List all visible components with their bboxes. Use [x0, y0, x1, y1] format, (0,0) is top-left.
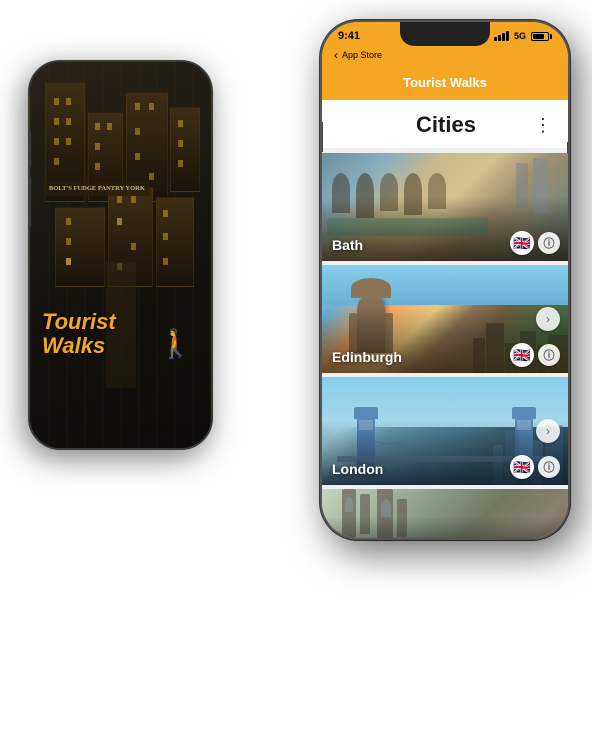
page-header: Cities ⋮: [322, 100, 568, 149]
bath-badges: 🇬🇧 ⓘ: [510, 231, 560, 255]
edinburgh-info[interactable]: ⓘ: [538, 344, 560, 366]
shop-sign: BOLT'S FUDGE PANTRY YORK: [44, 182, 150, 196]
nav-bar: Tourist Walks: [322, 68, 568, 100]
york-gradient: [322, 489, 568, 538]
london-badges: 🇬🇧 ⓘ: [510, 455, 560, 479]
back-phone-side-btn-2: [28, 177, 31, 227]
network-type: 5G: [514, 31, 526, 41]
signal-bars: [494, 31, 509, 41]
building-7: [156, 197, 194, 287]
bath-flag: 🇬🇧: [510, 231, 534, 255]
back-phone-screen: Tourist Walks 🚶 BOLT'S FUDGE PANTRY YORK: [30, 62, 211, 448]
tourist-walks-brand: Tourist Walks: [42, 310, 116, 358]
app-store-bar[interactable]: ‹ App Store: [322, 46, 568, 68]
london-label: London: [332, 461, 383, 477]
phone-notch: [400, 22, 490, 46]
status-icons: 5G: [494, 31, 552, 41]
city-card-bath[interactable]: Bath 🇬🇧 ⓘ: [322, 153, 568, 261]
battery-body: [531, 32, 549, 41]
london-chevron: ›: [536, 419, 560, 443]
cities-list: Bath 🇬🇧 ⓘ: [322, 149, 568, 538]
phone-screen: 9:41 5G: [322, 22, 568, 538]
front-phone: 9:41 5G: [320, 20, 570, 540]
scene: Tourist Walks 🚶 BOLT'S FUDGE PANTRY YORK…: [0, 0, 592, 745]
city-card-york[interactable]: [322, 489, 568, 538]
edinburgh-chevron: ›: [536, 307, 560, 331]
city-card-london[interactable]: London 🇬🇧 ⓘ ›: [322, 377, 568, 485]
battery-tip: [550, 34, 552, 39]
edinburgh-flag: 🇬🇧: [510, 343, 534, 367]
building-4: [170, 107, 200, 192]
page-title: Cities: [358, 112, 534, 138]
battery-fill: [533, 34, 544, 39]
bath-info[interactable]: ⓘ: [538, 232, 560, 254]
signal-bar-4: [506, 31, 509, 41]
london-info[interactable]: ⓘ: [538, 456, 560, 478]
back-arrow-icon: ‹: [334, 48, 338, 62]
london-flag: 🇬🇧: [510, 455, 534, 479]
signal-bar-3: [502, 33, 505, 41]
nav-title: Tourist Walks: [403, 75, 487, 90]
signal-bar-1: [494, 37, 497, 41]
status-time: 9:41: [338, 30, 360, 42]
city-card-edinburgh[interactable]: Edinburgh 🇬🇧 ⓘ ›: [322, 265, 568, 373]
back-phone-side-btn-1: [28, 132, 31, 167]
silent-button: [320, 122, 323, 152]
back-phone: Tourist Walks 🚶 BOLT'S FUDGE PANTRY YORK: [28, 60, 213, 450]
app-store-label: App Store: [342, 50, 382, 60]
walker-icon: 🚶: [158, 327, 193, 360]
battery-icon: [531, 32, 552, 41]
edinburgh-badges: 🇬🇧 ⓘ: [510, 343, 560, 367]
signal-bar-2: [498, 35, 501, 41]
brand-tourist: Tourist: [42, 310, 116, 334]
building-5: [55, 207, 105, 287]
brand-walks: Walks: [42, 334, 116, 358]
bath-label: Bath: [332, 237, 363, 253]
sign-text: BOLT'S FUDGE PANTRY YORK: [49, 185, 145, 193]
menu-button[interactable]: ⋮: [534, 115, 552, 136]
edinburgh-label: Edinburgh: [332, 349, 402, 365]
